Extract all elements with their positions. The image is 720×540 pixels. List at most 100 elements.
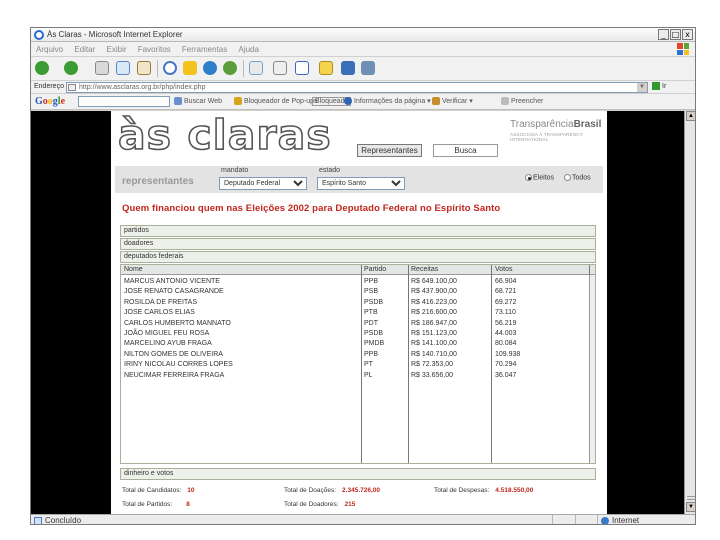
radio-eleitos[interactable]: Eleitos xyxy=(525,174,554,181)
menu-editar[interactable]: Editar xyxy=(69,42,99,54)
address-label: Endereço xyxy=(34,83,64,90)
google-item-label: Verificar xyxy=(442,98,468,105)
total-value: 4.518.550,00 xyxy=(495,487,534,494)
menu-exibir[interactable]: Exibir xyxy=(102,42,131,54)
title-bar[interactable]: Às Claras - Microsoft Internet Explorer … xyxy=(31,28,695,42)
discuss-icon[interactable] xyxy=(319,61,333,75)
table-row[interactable]: IRINY NICOLAU CORRES LOPES PT R$ 72.353,00… xyxy=(121,360,595,371)
radio-todos[interactable]: Todos xyxy=(564,174,591,181)
windows-logo-icon xyxy=(677,43,689,55)
mail-icon[interactable] xyxy=(249,61,263,75)
section-partidos[interactable]: partidos xyxy=(120,225,596,237)
transparencia-brasil-logo[interactable]: TransparênciaBrasil xyxy=(510,119,601,130)
section-deputados[interactable]: deputados federais xyxy=(120,251,596,263)
research-icon[interactable] xyxy=(341,61,355,75)
section-doadores[interactable]: doadores xyxy=(120,238,596,250)
edit-icon[interactable] xyxy=(295,61,309,75)
google-item-label: Buscar Web xyxy=(184,97,222,105)
radio-eleitos-label: Eleitos xyxy=(533,174,555,182)
table-row[interactable]: JOSE CARLOS ELIAS PTB R$ 216.600,00 73.110 xyxy=(121,308,595,319)
col-header-votos[interactable]: Votos xyxy=(495,266,513,273)
section-dinheiro-votos[interactable]: dinheiro e votos xyxy=(120,468,596,480)
refresh-icon[interactable] xyxy=(116,61,130,75)
google-toolbar: Google Buscar Web Bloqueador de Pop-ups … xyxy=(31,94,695,110)
cell-partido: PSDB xyxy=(364,298,384,306)
table-row[interactable]: MARCUS ANTONIO VICENTE PPB R$ 649.100,00 66… xyxy=(121,277,595,288)
favorites-icon[interactable] xyxy=(183,61,197,75)
table-row[interactable]: ROSILDA DE FREITAS PSDB R$ 416.223,00 69.27… xyxy=(121,298,595,309)
autofill-button[interactable]: Preencher xyxy=(501,97,543,105)
estado-select[interactable]: Espírito Santo xyxy=(317,177,405,190)
cell-votos: 80.084 xyxy=(495,340,517,348)
table-row[interactable]: NILTON GOMES DE OLIVEIRA PPB R$ 140.710,00… xyxy=(121,350,595,361)
estado-label: estado xyxy=(319,167,341,174)
go-button[interactable]: Ir xyxy=(652,82,666,90)
cell-receitas: R$ 186.947,00 xyxy=(411,319,457,327)
mandato-select[interactable]: Deputado Federal xyxy=(219,177,307,190)
cell-nome: NEUCIMAR FERREIRA FRAGA xyxy=(124,371,225,379)
maximize-button[interactable]: □ xyxy=(670,29,681,40)
table-header: Nome Partido Receitas Votos xyxy=(121,265,595,275)
table-row[interactable]: JOÃO MIGUEL FEU ROSA PSDB R$ 151.123,00 44.… xyxy=(121,329,595,340)
minimize-button[interactable]: _ xyxy=(658,29,669,40)
close-button[interactable]: x xyxy=(682,29,693,40)
scroll-down-icon[interactable]: ▼ xyxy=(686,502,695,512)
total-label: Total de Doadores: xyxy=(284,501,339,508)
google-logo[interactable]: Google xyxy=(35,96,65,107)
forward-icon[interactable] xyxy=(64,61,78,75)
total-value: 10 xyxy=(187,487,195,494)
cell-nome: JOÃO MIGUEL FEU ROSA xyxy=(124,330,210,337)
busca-button[interactable]: Busca xyxy=(433,144,498,157)
window-title: Às Claras - Microsoft Internet Explorer xyxy=(47,30,183,39)
media-icon[interactable] xyxy=(203,61,217,75)
asclaras-logo[interactable]: às claras xyxy=(117,111,332,159)
scroll-up-icon[interactable]: ▲ xyxy=(686,111,695,121)
total-despesas: Total de Despesas: 4.518.550,00 xyxy=(434,487,533,494)
menu-ajuda[interactable]: Ajuda xyxy=(233,42,262,54)
page-scrollbar[interactable]: ▲ ▼ xyxy=(684,111,695,514)
table-row[interactable]: CARLOS HUMBERTO MANNATO PDT R$ 186.947,00 5… xyxy=(121,319,595,330)
cell-votos: 36.047 xyxy=(495,371,517,379)
status-zone: Internet xyxy=(601,516,639,524)
col-header-partido[interactable]: Partido xyxy=(364,266,386,273)
home-icon[interactable] xyxy=(137,61,151,75)
address-dropdown-icon[interactable]: ▼ xyxy=(637,83,647,92)
table-scrollbar[interactable] xyxy=(589,275,595,463)
cell-nome: JOSE CARLOS ELIAS xyxy=(124,309,195,317)
status-bar: Concluído Internet xyxy=(31,514,695,524)
google-search-input[interactable] xyxy=(78,96,170,107)
menu-ferramentas[interactable]: Ferramentas xyxy=(177,42,231,54)
page-icon xyxy=(68,84,76,91)
total-value: 2.345.726,00 xyxy=(342,487,380,494)
back-icon[interactable] xyxy=(35,61,49,75)
messenger-icon[interactable] xyxy=(361,61,375,75)
search-icon[interactable] xyxy=(163,61,177,75)
total-label: Total de Partidos: xyxy=(122,501,173,508)
menu-favoritos[interactable]: Favoritos xyxy=(133,42,175,54)
representantes-button[interactable]: Representantes xyxy=(357,144,422,157)
address-input[interactable]: http://www.asclaras.org.br/php/index.php… xyxy=(66,82,648,93)
stop-icon[interactable] xyxy=(95,61,109,75)
ie-icon xyxy=(34,30,44,40)
cell-votos: 44.003 xyxy=(495,330,517,337)
col-header-nome[interactable]: Nome xyxy=(124,266,143,273)
menu-arquivo[interactable]: Arquivo xyxy=(31,42,67,54)
table-row[interactable]: JOSE RENATO CASAGRANDE PSB R$ 437.900,00 68… xyxy=(121,287,595,298)
col-header-receitas[interactable]: Receitas xyxy=(411,266,438,273)
google-search-web-button[interactable]: Buscar Web xyxy=(174,97,222,105)
popup-blocker-button[interactable]: Bloqueador de Pop-ups xyxy=(234,97,318,105)
verify-button[interactable]: Verificar ▾ xyxy=(432,97,473,106)
cell-partido: PMDB xyxy=(364,340,385,348)
browser-window: Às Claras - Microsoft Internet Explorer … xyxy=(30,27,696,525)
history-icon[interactable] xyxy=(223,61,237,75)
table-row[interactable]: MARCELINO AYUB FRAGA PMDB R$ 141.100,00 80.… xyxy=(121,339,595,350)
table-row[interactable]: NEUCIMAR FERREIRA FRAGA PL R$ 33.656,00 36.… xyxy=(121,371,595,382)
brand-subtitle: ASSOCIADA À TRANSPARENCY INTERNATIONAL xyxy=(510,132,583,142)
cell-partido: PSDB xyxy=(364,330,384,337)
google-item-label: Preencher xyxy=(511,97,544,105)
page-done-icon xyxy=(34,516,42,524)
page-viewport: às claras TransparênciaBrasil ASSOCIADA … xyxy=(31,111,684,514)
page-info-button[interactable]: Informações da página ▾ xyxy=(344,97,431,106)
cell-receitas: R$ 140.710,00 xyxy=(411,350,457,358)
print-icon[interactable] xyxy=(273,61,287,75)
